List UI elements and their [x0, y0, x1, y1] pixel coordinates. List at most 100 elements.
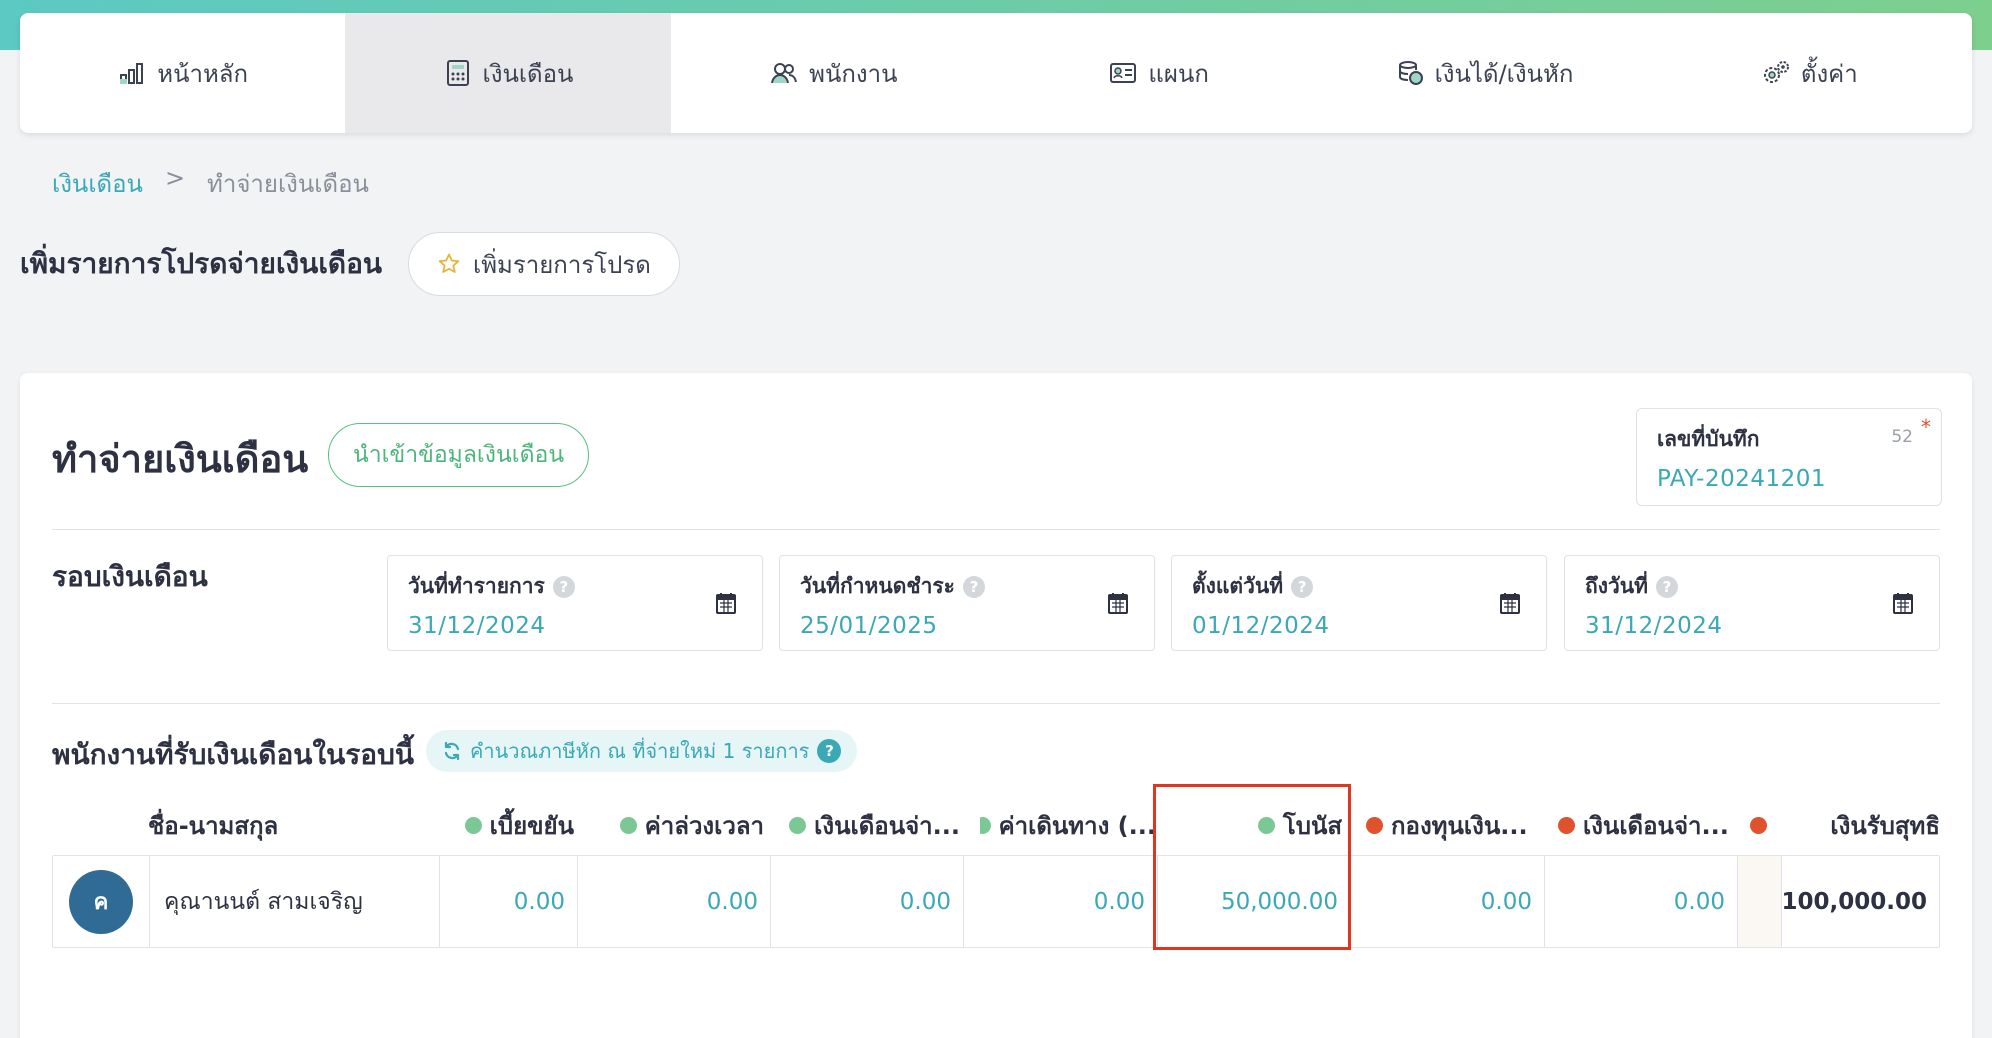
calendar-icon[interactable]	[1893, 592, 1913, 614]
date-field-label: ถึงวันที่ ?	[1585, 570, 1919, 603]
breadcrumb-parent-link[interactable]: เงินเดือน	[52, 164, 143, 203]
divider	[52, 703, 1940, 704]
payroll-card: ทำจ่ายเงินเดือน นำเข้าข้อมูลเงินเดือน เล…	[20, 373, 1972, 1038]
column-header-label: เบี้ยขยัน	[489, 811, 574, 840]
coins-icon	[1395, 58, 1425, 88]
breadcrumb-separator: >	[164, 164, 186, 192]
column-header-overtime[interactable]: ค่าล่วงเวลา	[594, 805, 764, 845]
date-field-label-text: วันที่กำหนดชำระ	[800, 574, 955, 598]
column-header-allowance[interactable]: เบี้ยขยัน	[430, 805, 574, 845]
salary-pay-cell[interactable]: 0.00	[771, 856, 964, 947]
column-header-label: เงินรับสุทธิ	[1830, 811, 1940, 840]
add-favorite-label: เพิ่มรายการโปรด	[473, 250, 651, 279]
breadcrumb: เงินเดือน > ทำจ่ายเงินเดือน	[52, 164, 369, 203]
page-title: ทำจ่ายเงินเดือน	[52, 437, 309, 481]
calendar-icon[interactable]	[1108, 592, 1128, 614]
extra-cell	[1738, 856, 1782, 947]
column-header-salary-pay[interactable]: เงินเดือนจ่า...	[784, 805, 960, 845]
avatar: ค	[69, 869, 133, 934]
refresh-icon	[444, 741, 460, 761]
travel-cell[interactable]: 0.00	[964, 856, 1158, 947]
help-icon[interactable]: ?	[962, 575, 985, 598]
date-field-value: 01/12/2024	[1192, 613, 1330, 639]
column-header-name: ชื่อ-นามสกุล	[148, 805, 298, 845]
date-field-label-text: ถึงวันที่	[1585, 574, 1648, 598]
help-icon[interactable]: ?	[1291, 575, 1314, 598]
date-field-label-text: วันที่ทำรายการ	[408, 574, 545, 598]
nav-label: พนักงาน	[809, 59, 898, 88]
import-salary-button[interactable]: นำเข้าข้อมูลเงินเดือน	[328, 423, 590, 487]
help-icon[interactable]: ?	[817, 739, 842, 763]
calendar-icon[interactable]	[1500, 592, 1520, 614]
nav-item-income-deduction[interactable]: เงินได้/เงินหัก	[1321, 13, 1646, 133]
date-field-label: วันที่กำหนดชำระ ?	[800, 570, 1134, 603]
income-dot-icon	[980, 816, 991, 834]
required-mark: *	[1921, 415, 1931, 439]
help-icon[interactable]: ?	[1655, 575, 1678, 598]
nav-item-payroll[interactable]: เงินเดือน	[345, 13, 671, 133]
employee-name-cell[interactable]: คุณานนต์ สามเจริญ	[150, 856, 440, 947]
gears-icon	[1761, 58, 1791, 88]
column-header-travel[interactable]: ค่าเดินทาง (...	[980, 805, 1156, 845]
income-dot-icon	[619, 816, 637, 834]
net-pay-cell: 100,000.00	[1781, 888, 1927, 915]
date-field-label-text: ตั้งแต่วันที่	[1192, 574, 1284, 598]
deduction-dot-icon	[1366, 816, 1383, 834]
recalc-tax-button[interactable]: คำนวณภาษีหัก ณ ที่จ่ายใหม่ 1 รายการ ?	[426, 730, 858, 772]
nav-label: แผนก	[1148, 59, 1209, 88]
column-header-label: ค่าล่วงเวลา	[644, 811, 764, 840]
doc-number-field[interactable]: เลขที่บันทึก 52 * PAY-20241201	[1636, 408, 1942, 506]
column-header-fund[interactable]: กองทุนเงิน...	[1366, 805, 1542, 845]
nav-label: ตั้งค่า	[1800, 59, 1858, 88]
add-favorite-button[interactable]: เพิ่มรายการโปรด	[408, 232, 680, 296]
nav-item-settings[interactable]: ตั้งค่า	[1647, 13, 1972, 133]
doc-number-value: PAY-20241201	[1657, 466, 1827, 492]
column-header-salary-deduct[interactable]: เงินเดือนจ่า...	[1558, 805, 1734, 845]
date-field-value: 31/12/2024	[408, 613, 546, 639]
column-header-extra[interactable]	[1750, 805, 1780, 845]
date-field-value: 25/01/2025	[800, 613, 938, 639]
doc-number-label: เลขที่บันทึก	[1657, 427, 1760, 451]
start-date-field[interactable]: ตั้งแต่วันที่ ? 01/12/2024	[1171, 555, 1547, 651]
nav-label: เงินเดือน	[482, 59, 574, 88]
column-header-net: เงินรับสุทธิ	[1784, 805, 1940, 845]
date-field-label: ตั้งแต่วันที่ ?	[1192, 570, 1526, 603]
column-header-label: เงินเดือนจ่า...	[1583, 811, 1729, 840]
favorites-title: เพิ่มรายการโปรดจ่ายเงินเดือน	[20, 247, 383, 280]
income-dot-icon	[464, 816, 482, 834]
bonus-highlight-box	[1153, 784, 1351, 950]
column-header-label: เงินเดือนจ่า...	[814, 811, 960, 840]
nav-item-employees[interactable]: พนักงาน	[671, 13, 996, 133]
nav-label: เงินได้/เงินหัก	[1434, 59, 1574, 88]
help-icon[interactable]: ?	[552, 575, 575, 598]
star-icon	[438, 253, 460, 273]
allowance-cell[interactable]: 0.00	[440, 856, 578, 947]
overtime-cell[interactable]: 0.00	[578, 856, 771, 947]
column-header-label: ชื่อ-นามสกุล	[148, 811, 279, 840]
employees-section-title: พนักงานที่รับเงินเดือนในรอบนี้	[52, 738, 415, 771]
column-header-label: ค่าเดินทาง (...	[998, 811, 1156, 840]
users-icon	[769, 58, 799, 88]
nav-label: หน้าหลัก	[157, 59, 249, 88]
deduction-dot-icon	[1558, 816, 1575, 834]
table-row[interactable]: ค คุณานนต์ สามเจริญ 0.00 0.00 0.00 0.00 …	[52, 855, 1940, 948]
bar-chart-icon	[117, 58, 147, 88]
deduction-dot-icon	[1750, 816, 1767, 834]
pay-round-title: รอบเงินเดือน	[52, 560, 208, 593]
main-nav: หน้าหลัก เงินเดือน พนักงาน แผนก เงินได้/…	[20, 13, 1972, 133]
divider	[52, 529, 1940, 530]
nav-item-departments[interactable]: แผนก	[996, 13, 1321, 133]
end-date-field[interactable]: ถึงวันที่ ? 31/12/2024	[1564, 555, 1940, 651]
date-field-label: วันที่ทำรายการ ?	[408, 570, 742, 603]
doc-number-count: 52	[1891, 427, 1913, 447]
fund-cell[interactable]: 0.00	[1351, 856, 1545, 947]
nav-item-home[interactable]: หน้าหลัก	[20, 13, 345, 133]
income-dot-icon	[789, 816, 807, 834]
transaction-date-field[interactable]: วันที่ทำรายการ ? 31/12/2024	[387, 555, 763, 651]
calendar-icon[interactable]	[716, 592, 736, 614]
calculator-icon	[443, 58, 473, 88]
salary-deduct-cell[interactable]: 0.00	[1545, 856, 1738, 947]
id-card-icon	[1108, 58, 1138, 88]
date-field-value: 31/12/2024	[1585, 613, 1723, 639]
due-date-field[interactable]: วันที่กำหนดชำระ ? 25/01/2025	[779, 555, 1155, 651]
